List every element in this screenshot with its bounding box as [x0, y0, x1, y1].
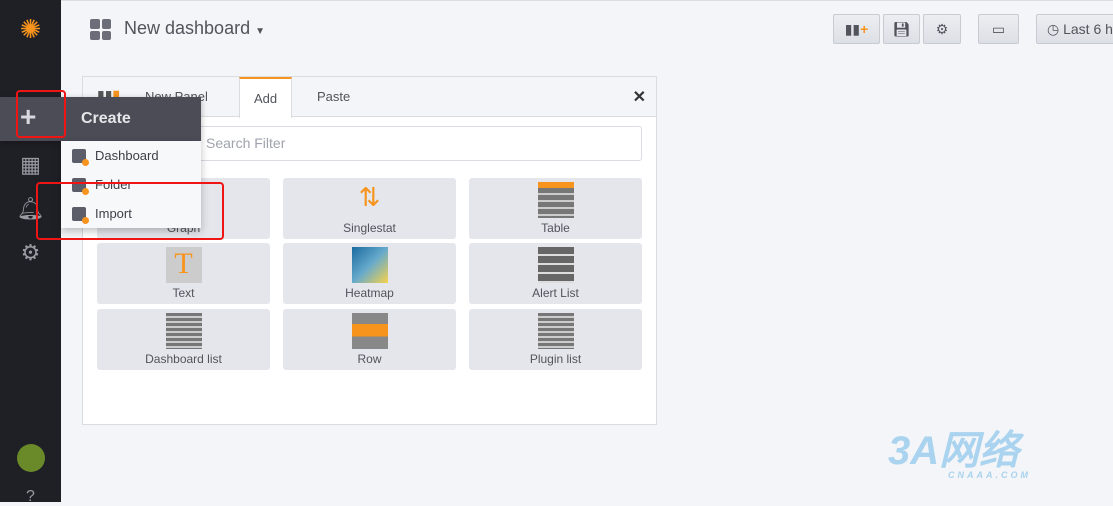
- caret-down-icon: ▼: [255, 26, 266, 37]
- panel-type-dashboard-list[interactable]: Dashboard list: [97, 309, 270, 370]
- card-label: Text: [172, 286, 195, 300]
- row-icon: [351, 313, 388, 349]
- clock-icon: ◷: [1047, 20, 1064, 37]
- card-label: Singlestat: [343, 221, 396, 235]
- card-label: Plugin list: [529, 352, 582, 366]
- menu-item-dashboard[interactable]: Dashboard: [61, 141, 201, 170]
- sidebar: ✺ + ▦ 🔔︎ ⚙ ?: [0, 0, 61, 505]
- time-picker-button[interactable]: ◷ Last 6 h: [1036, 14, 1113, 44]
- text-icon: T: [165, 247, 202, 283]
- create-menu-title: Create: [81, 110, 131, 127]
- watermark-logo: 3A网络 CNAAA.COM: [888, 418, 1031, 480]
- settings-button[interactable]: ⚙: [923, 14, 961, 44]
- card-label: Heatmap: [345, 286, 394, 300]
- close-icon[interactable]: ✕: [633, 87, 646, 107]
- panel-type-row[interactable]: Row: [283, 309, 456, 370]
- heatmap-icon: [351, 247, 388, 283]
- dashboard-add-icon: [72, 148, 89, 166]
- table-icon: [537, 182, 574, 218]
- watermark-sub: CNAAA.COM: [948, 470, 1031, 480]
- panel-type-plugin-list[interactable]: Plugin list: [469, 309, 642, 370]
- alert-list-icon: [537, 247, 574, 283]
- tab-add[interactable]: Add: [239, 77, 293, 118]
- panel-type-table[interactable]: Table: [469, 178, 642, 239]
- tv-mode-icon: ▭: [991, 20, 1006, 37]
- card-label: Row: [357, 352, 382, 366]
- dashboards-icon[interactable]: ▦: [0, 152, 61, 178]
- plugin-list-icon: [537, 313, 574, 349]
- help-icon[interactable]: ?: [0, 488, 61, 506]
- panel-type-heatmap[interactable]: Heatmap: [283, 243, 456, 304]
- settings-icon: ⚙: [935, 20, 949, 37]
- panel-type-singlestat[interactable]: ⇅ Singlestat: [283, 178, 456, 239]
- card-label: Dashboard list: [145, 352, 222, 366]
- save-button[interactable]: 💾︎: [883, 14, 920, 44]
- panel-type-text[interactable]: T Text: [97, 243, 270, 304]
- tab-paste[interactable]: Paste: [317, 77, 350, 117]
- avatar[interactable]: [0, 444, 61, 478]
- card-label: Alert List: [532, 286, 579, 300]
- save-icon: 💾︎: [892, 20, 911, 37]
- dashboard-title[interactable]: New dashboard ▼: [124, 18, 265, 39]
- grafana-logo-icon[interactable]: ✺: [0, 14, 61, 45]
- dashboard-list-icon: [165, 313, 202, 349]
- add-panel-icon: ▮▮+: [844, 20, 869, 37]
- dashboard-grid-icon: [90, 19, 111, 40]
- add-panel-button[interactable]: ▮▮+: [833, 14, 880, 44]
- singlestat-icon: ⇅: [358, 182, 381, 212]
- menu-item-label: Dashboard: [95, 148, 159, 163]
- tv-mode-button[interactable]: ▭: [978, 14, 1019, 44]
- panel-type-alert-list[interactable]: Alert List: [469, 243, 642, 304]
- highlight-create: [16, 90, 66, 138]
- card-label: Table: [541, 221, 570, 235]
- gear-icon[interactable]: ⚙: [0, 240, 61, 266]
- highlight-import: [36, 182, 224, 240]
- dashboard-title-text: New dashboard: [124, 18, 251, 38]
- time-range-label: Last 6 h: [1063, 21, 1113, 37]
- watermark-text: 3A网络: [888, 429, 1020, 473]
